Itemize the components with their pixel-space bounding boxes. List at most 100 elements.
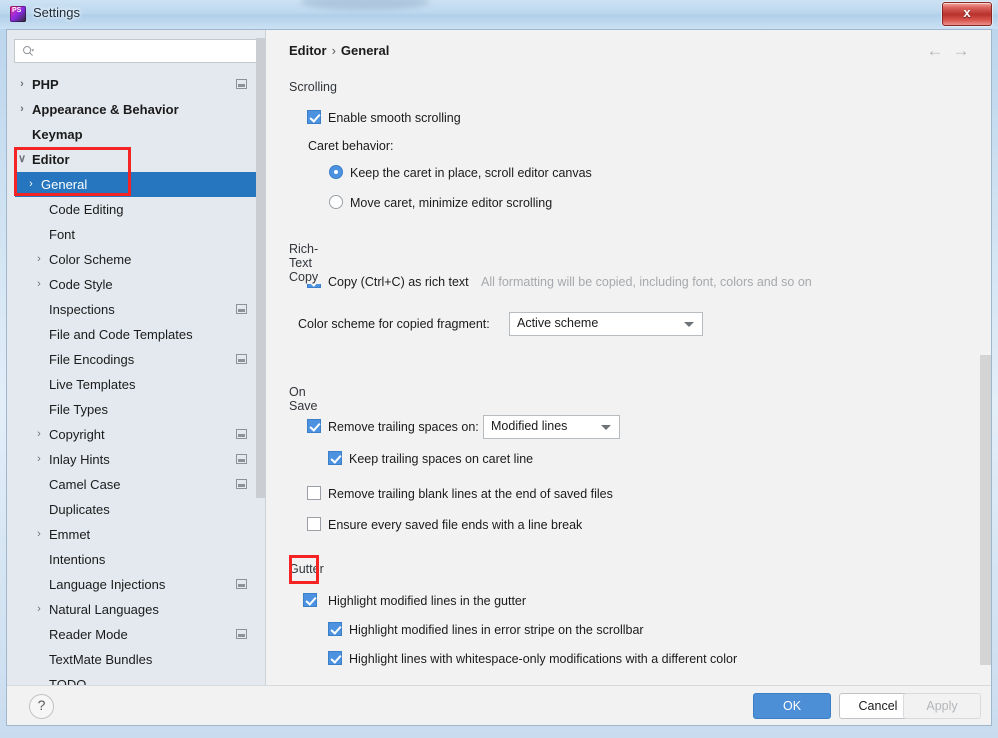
sidebar-item-general[interactable]: › General: [15, 172, 258, 197]
breadcrumb-separator-icon: ›: [331, 43, 336, 58]
dropdown-remove-trailing-spaces-value: Modified lines: [491, 419, 568, 433]
breadcrumb-current: General: [340, 43, 390, 58]
chevron-right-icon[interactable]: ›: [32, 422, 46, 447]
sidebar-item-label: Code Editing: [49, 202, 124, 217]
sidebar-item-duplicates[interactable]: Duplicates: [15, 497, 258, 522]
sidebar-item-inlay-hints[interactable]: › Inlay Hints: [15, 447, 258, 472]
sidebar-item-code-editing[interactable]: Code Editing: [15, 197, 258, 222]
apply-button: Apply: [903, 693, 981, 719]
sidebar-item-label: Camel Case: [49, 477, 121, 492]
sidebar-item-color-scheme[interactable]: › Color Scheme: [15, 247, 258, 272]
checkbox-enable-smooth-scrolling[interactable]: [307, 110, 321, 124]
arrow-left-icon[interactable]: ←: [925, 42, 945, 60]
sidebar-item-label: Copyright: [49, 427, 105, 442]
phpstorm-icon: [10, 6, 26, 22]
sidebar-item-label: Inlay Hints: [49, 452, 110, 467]
checkbox-highlight-modified-gutter[interactable]: [303, 593, 317, 607]
sidebar-item-label: PHP: [32, 77, 59, 92]
sidebar-item-label: Editor: [32, 152, 70, 167]
window-title: Settings: [33, 5, 80, 20]
sidebar-item-emmet[interactable]: › Emmet: [15, 522, 258, 547]
sidebar-item-camel-case[interactable]: Camel Case: [15, 472, 258, 497]
sidebar-item-label: File and Code Templates: [49, 327, 193, 342]
label-caret-behavior: Caret behavior:: [308, 139, 394, 153]
settings-window: Settings x ›PHP›Appearance & BehaviorKey…: [0, 0, 998, 738]
sidebar-item-file-encodings[interactable]: File Encodings: [15, 347, 258, 372]
dropdown-remove-trailing-spaces-scope[interactable]: Modified lines: [483, 415, 620, 439]
arrow-right-icon[interactable]: →: [951, 42, 971, 60]
search-box[interactable]: [14, 39, 258, 63]
search-input[interactable]: [41, 42, 255, 62]
sidebar-item-textmate-bundles[interactable]: TextMate Bundles: [15, 647, 258, 672]
chevron-right-icon[interactable]: ›: [24, 172, 38, 197]
search-icon: [23, 46, 35, 56]
chevron-right-icon[interactable]: ›: [32, 522, 46, 547]
dialog-button-bar: ? OK Cancel Apply: [7, 685, 991, 725]
dropdown-color-scheme-copied-fragment[interactable]: Active scheme: [509, 312, 703, 336]
sidebar-item-label: Intentions: [49, 552, 106, 567]
chevron-right-icon[interactable]: ›: [32, 247, 46, 272]
breadcrumb: Editor › General: [289, 43, 389, 58]
label-move-caret: Move caret, minimize editor scrolling: [350, 196, 553, 210]
checkbox-highlight-whitespace-only[interactable]: [328, 651, 342, 665]
group-scrolling-title: Scrolling: [289, 80, 344, 94]
sidebar-item-label: Natural Languages: [49, 602, 159, 617]
sidebar-item-appearance-behavior[interactable]: › Appearance & Behavior: [15, 97, 258, 122]
label-enable-smooth-scrolling: Enable smooth scrolling: [328, 111, 461, 125]
label-ensure-line-break: Ensure every saved file ends with a line…: [328, 518, 583, 532]
radio-keep-caret-in-place[interactable]: [329, 165, 343, 179]
sidebar-item-label: Reader Mode: [49, 627, 128, 642]
chevron-down-icon[interactable]: ∨: [15, 147, 29, 172]
sidebar-item-label: Code Style: [49, 277, 113, 292]
checkbox-remove-trailing-blank-lines[interactable]: [307, 486, 321, 500]
sidebar-item-editor[interactable]: ∨ Editor: [15, 147, 258, 172]
chevron-right-icon[interactable]: ›: [32, 447, 46, 472]
sidebar-item-reader-mode[interactable]: Reader Mode: [15, 622, 258, 647]
sidebar-item-label: Keymap: [32, 127, 83, 142]
sidebar-item-inspections[interactable]: Inspections: [15, 297, 258, 322]
sidebar-item-file-and-code-templates[interactable]: File and Code Templates: [15, 322, 258, 347]
label-color-scheme-copied-fragment: Color scheme for copied fragment:: [298, 317, 490, 331]
group-rich-text-copy-title: Rich-Text Copy: [289, 242, 326, 284]
checkbox-ensure-line-break[interactable]: [307, 517, 321, 531]
sidebar-item-php[interactable]: › PHP: [15, 72, 258, 97]
content-scrollbar-track[interactable]: [980, 30, 991, 685]
sidebar-item-live-templates[interactable]: Live Templates: [15, 372, 258, 397]
sidebar-item-label: Font: [49, 227, 76, 242]
content-scrollbar-thumb[interactable]: [980, 355, 991, 665]
sidebar-item-font[interactable]: Font: [15, 222, 258, 247]
settings-sidebar: › PHP › Appearance & Behavior Keymap ∨ Editor ›…: [7, 30, 266, 692]
chevron-right-icon[interactable]: ›: [15, 97, 29, 122]
close-icon: x: [963, 5, 971, 20]
sidebar-item-language-injections[interactable]: Language Injections: [15, 572, 258, 597]
sidebar-item-file-types[interactable]: File Types: [15, 397, 258, 422]
dialog-client-area: › PHP › Appearance & Behavior Keymap ∨ Editor ›…: [6, 29, 992, 726]
help-button[interactable]: ?: [29, 694, 54, 719]
sidebar-item-keymap[interactable]: Keymap: [15, 122, 258, 147]
sidebar-item-code-style[interactable]: › Code Style: [15, 272, 258, 297]
settings-content-pane: Editor › General ← → Scrolling Enable smoo…: [266, 30, 991, 685]
chevron-right-icon[interactable]: ›: [15, 72, 29, 97]
breadcrumb-parent[interactable]: Editor: [289, 43, 327, 58]
close-button[interactable]: x: [942, 2, 992, 26]
sidebar-item-label: Language Injections: [49, 577, 166, 592]
radio-move-caret[interactable]: [329, 195, 343, 209]
sidebar-item-label: Appearance & Behavior: [32, 102, 179, 117]
sidebar-item-copyright[interactable]: › Copyright: [15, 422, 258, 447]
hint-rich-text-copy: All formatting will be copied, including…: [481, 275, 812, 289]
chevron-right-icon[interactable]: ›: [32, 272, 46, 297]
checkbox-remove-trailing-spaces[interactable]: [307, 419, 321, 433]
sidebar-item-label: General: [41, 177, 88, 192]
checkbox-highlight-error-stripe[interactable]: [328, 622, 342, 636]
settings-tree: › PHP › Appearance & Behavior Keymap ∨ Editor ›…: [15, 72, 258, 712]
sidebar-item-natural-languages[interactable]: › Natural Languages: [15, 597, 258, 622]
ok-button[interactable]: OK: [753, 693, 831, 719]
chevron-right-icon[interactable]: ›: [32, 597, 46, 622]
project-scope-badge-icon: [236, 79, 247, 89]
checkbox-keep-trailing-spaces-caret[interactable]: [328, 451, 342, 465]
project-scope-badge-icon: [236, 354, 247, 364]
sidebar-item-label: File Types: [49, 402, 109, 417]
sidebar-item-label: Live Templates: [49, 377, 136, 392]
label-highlight-modified-gutter: Highlight modified lines in the gutter: [328, 594, 527, 608]
sidebar-item-intentions[interactable]: Intentions: [15, 547, 258, 572]
